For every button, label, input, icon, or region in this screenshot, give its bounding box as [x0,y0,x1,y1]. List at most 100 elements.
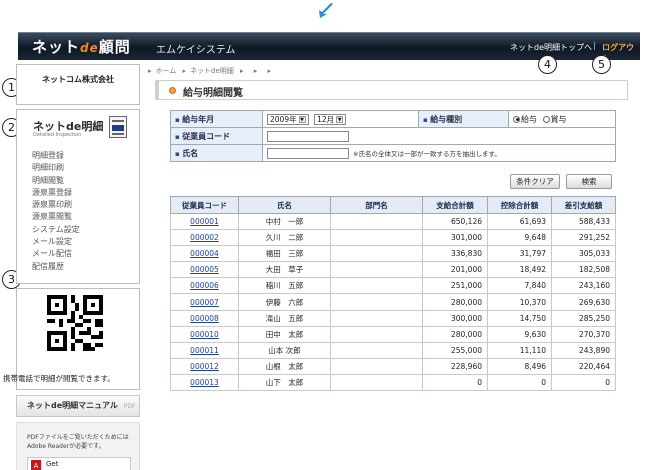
col-net-pay: 差引支給額 [551,196,616,214]
employee-code-link[interactable]: 000007 [170,293,239,311]
employee-code-link[interactable]: 000010 [170,325,239,343]
employee-code-link[interactable]: 000013 [170,373,239,392]
total-deduction: 18,492 [487,261,552,279]
qr-code-icon [47,295,103,351]
app-logo[interactable]: ネットde顧問 [32,36,131,57]
department [330,309,423,327]
sidebar-item-mail-settings[interactable]: メール設定 [32,236,80,248]
total-deduction: 31,797 [487,245,552,263]
header-separator: | [593,41,596,50]
employee-code-link[interactable]: 000001 [170,212,239,231]
manual-button[interactable]: ネットde明細マニュアル PDF [16,395,140,417]
search-button[interactable]: 検索 [566,174,612,189]
pdf-note: PDFファイルをご覧いただくためには Adobe Readerが必要です。 [27,434,129,450]
employee-name: 福田 三郎 [238,245,331,263]
department [330,373,423,392]
document-badge-icon [109,116,127,138]
table-row: 000005 大田 草子 201,000 18,492 182,508 [170,261,616,279]
callout-5: 5 [592,55,611,74]
employee-name: 田中 太郎 [238,325,331,343]
sidebar-item-statement-view[interactable]: 明細閲覧 [32,175,80,187]
sidebar-item-delivery-history[interactable]: 配信履歴 [32,261,80,273]
table-row: 000001 中村 一郎 650,126 61,693 588,433 [170,212,616,231]
menu-list: 明細登録 明細印刷 明細閲覧 源泉票登録 源泉票印刷 源泉票閲覧 システム設定 … [32,150,80,273]
name-input[interactable] [267,147,349,159]
table-row: 000013 山下 太郎 0 0 0 [170,373,616,392]
col-total-pay: 支給合計額 [422,196,488,214]
radio-salary[interactable] [513,115,520,123]
employee-code-input[interactable] [267,130,349,142]
radio-bonus[interactable] [542,115,550,123]
title-bullet-icon [169,87,176,94]
employee-name: 中村 一郎 [238,212,331,231]
department [330,245,423,263]
table-row: 000006 稲川 五郎 251,000 7,840 243,160 [170,277,616,295]
sidebar-item-withholding-view[interactable]: 源泉票閲覧 [32,211,80,223]
total-pay: 255,000 [422,341,488,359]
manual-label: ネットde明細マニュアル [27,401,118,410]
department [330,229,423,247]
total-pay: 201,000 [422,261,488,279]
employee-name: 伊藤 六郎 [238,293,331,311]
radio-salary-label: 給与 [521,114,537,124]
salary-table: 従業員コード 氏名 部門名 支給合計額 控除合計額 差引支給額 000001 中村… [170,196,616,392]
pay-month-label: 給与年月 [170,110,263,128]
employee-code-link[interactable]: 000005 [170,261,239,279]
total-deduction: 8,496 [487,357,552,375]
manual-pdf-tag: PDF [123,403,136,410]
employee-code-link[interactable]: 000012 [170,357,239,375]
sidebar-item-statement-print[interactable]: 明細印刷 [32,162,80,174]
table-row: 000002 久川 二郎 301,000 9,648 291,252 [170,229,616,247]
net-pay: 291,252 [551,229,616,247]
table-row: 000012 山根 太郎 228,960 8,496 220,464 [170,357,616,375]
department [330,357,423,375]
pay-type-label: 給与種別 [418,110,509,128]
sidebar-item-mail-delivery[interactable]: メール配信 [32,248,80,260]
select-arrow-icon: ▼ [298,116,306,123]
sidebar-company: ネットコム株式会社 [16,64,140,105]
pdf-reader-icon: A [31,460,41,470]
employee-code-link[interactable]: 000006 [170,277,239,295]
employee-code-link[interactable]: 000008 [170,309,239,327]
name-label: 氏名 [170,144,263,162]
net-pay: 269,630 [551,293,616,311]
table-row: 000004 福田 三郎 336,830 31,797 305,033 [170,245,616,263]
total-pay: 301,000 [422,229,488,247]
sidebar-menu: ネットde明細 Detailed Inspection 明細登録 明細印刷 明細… [16,109,140,284]
employee-code-link[interactable]: 000004 [170,245,239,263]
radio-bonus-label: 賞与 [550,114,567,124]
sidebar-item-statement-register[interactable]: 明細登録 [32,150,80,162]
employee-code-link[interactable]: 000002 [170,229,239,247]
col-department: 部門名 [330,196,423,214]
department [330,325,423,343]
total-deduction: 9,648 [487,229,552,247]
total-pay: 280,000 [422,293,488,311]
total-pay: 251,000 [422,277,488,295]
sidebar-item-withholding-register[interactable]: 源泉票登録 [32,187,80,199]
year-select[interactable]: 2009年 ▼ [267,113,309,125]
table-row: 000010 田中 太郎 280,000 9,630 270,370 [170,325,616,343]
total-deduction: 9,630 [487,325,552,343]
employee-name: 稲川 五郎 [238,277,331,295]
callout-4: 4 [538,55,557,74]
company-name: エムケイシステム [156,45,236,56]
get-reader-button[interactable]: A Get [27,457,131,470]
employee-name: 久川 二郎 [238,229,331,247]
sidebar-item-system-settings[interactable]: システム設定 [32,224,80,236]
breadcrumb: ▸ ホーム ▸ ネットde明細 ▸ ▸ ▸ [148,67,272,75]
select-arrow-icon: ▼ [336,116,344,123]
employee-code-link[interactable]: 000011 [170,341,239,359]
total-deduction: 14,750 [487,309,552,327]
breadcrumb-home[interactable]: ホーム [156,67,177,75]
table-row: 000007 伊藤 六郎 280,000 10,370 269,630 [170,293,616,311]
month-select[interactable]: 12月 ▼ [314,113,347,125]
clear-button[interactable]: 条件クリア [510,174,560,189]
search-form: 給与年月 2009年▼ 12月▼ 給与種別 給与 賞与 従業員コード 氏名 ※氏… [170,110,616,162]
sidebar: ネットコム株式会社 ネットde明細 Detailed Inspection 明細… [3,62,142,470]
employee-code-label: 従業員コード [170,127,263,145]
department [330,212,423,231]
breadcrumb-netde[interactable]: ネットde明細 [190,67,234,75]
sidebar-item-withholding-print[interactable]: 源泉票印刷 [32,199,80,211]
top-page-link[interactable]: ネットde明細トップへ [510,42,592,53]
net-pay: 285,250 [551,309,616,327]
